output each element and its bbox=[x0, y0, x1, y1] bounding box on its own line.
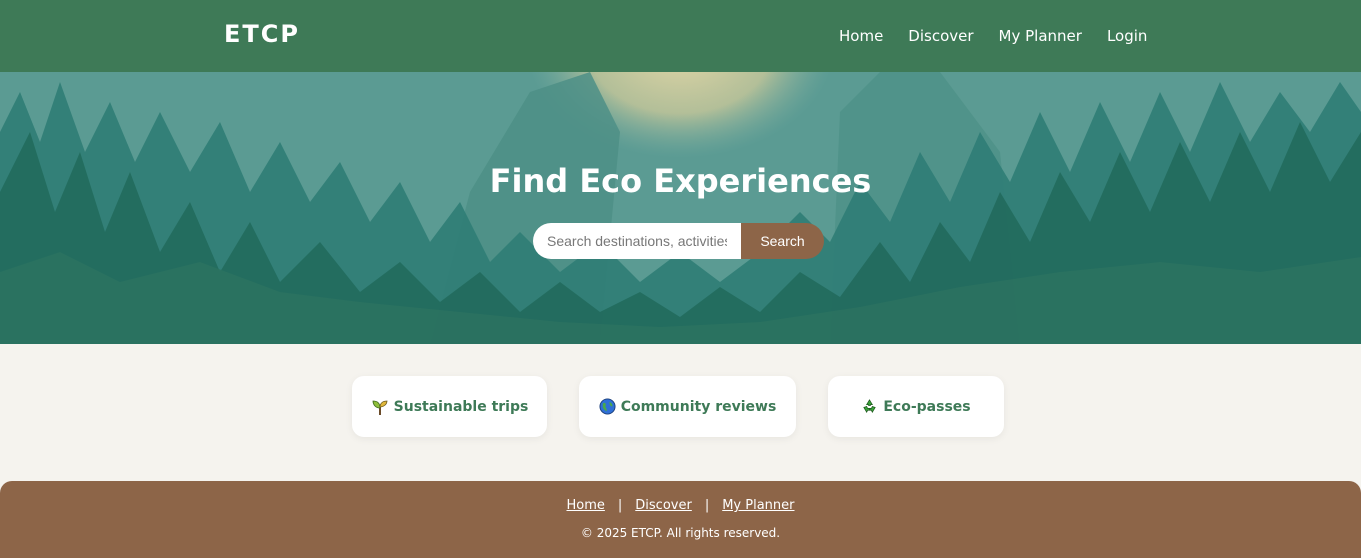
feature-label: Community reviews bbox=[620, 398, 777, 415]
feature-label: Eco-passes bbox=[883, 398, 971, 415]
search-input[interactable] bbox=[533, 223, 741, 259]
hero-banner: Find Eco Experiences Search bbox=[0, 72, 1361, 344]
footer-separator: | bbox=[617, 498, 623, 513]
nav-discover-link[interactable]: Discover bbox=[908, 27, 973, 45]
brand-logo[interactable]: ETCP bbox=[224, 20, 300, 48]
feature-label: Sustainable trips bbox=[393, 398, 529, 415]
seedling-icon bbox=[371, 398, 389, 416]
main-nav: Home Discover My Planner Login bbox=[839, 27, 1147, 45]
footer-discover-link[interactable]: Discover bbox=[635, 498, 692, 513]
feature-card-community-reviews[interactable]: Community reviews bbox=[579, 376, 796, 437]
hero-title: Find Eco Experiences bbox=[489, 162, 872, 200]
top-navbar: ETCP Home Discover My Planner Login bbox=[0, 0, 1361, 72]
recycle-icon bbox=[861, 398, 878, 415]
nav-my-planner-link[interactable]: My Planner bbox=[999, 27, 1082, 45]
forest-mountain-background bbox=[0, 72, 1361, 344]
copyright-text: © 2025 ETCP. All rights reserved. bbox=[580, 526, 781, 540]
footer-separator: | bbox=[704, 498, 710, 513]
footer-my-planner-link[interactable]: My Planner bbox=[722, 498, 794, 513]
footer: Home | Discover | My Planner © 2025 ETCP… bbox=[0, 481, 1361, 558]
footer-nav: Home | Discover | My Planner bbox=[0, 498, 1361, 513]
search-button[interactable]: Search bbox=[741, 223, 824, 259]
nav-login-link[interactable]: Login bbox=[1107, 27, 1147, 45]
features-row: Sustainable trips Community reviews Eco-… bbox=[0, 376, 1361, 437]
search-bar: Search bbox=[533, 223, 824, 259]
feature-card-sustainable-trips[interactable]: Sustainable trips bbox=[352, 376, 547, 437]
feature-card-eco-passes[interactable]: Eco-passes bbox=[828, 376, 1004, 437]
globe-icon bbox=[599, 398, 616, 415]
nav-home-link[interactable]: Home bbox=[839, 27, 883, 45]
footer-home-link[interactable]: Home bbox=[567, 498, 605, 513]
